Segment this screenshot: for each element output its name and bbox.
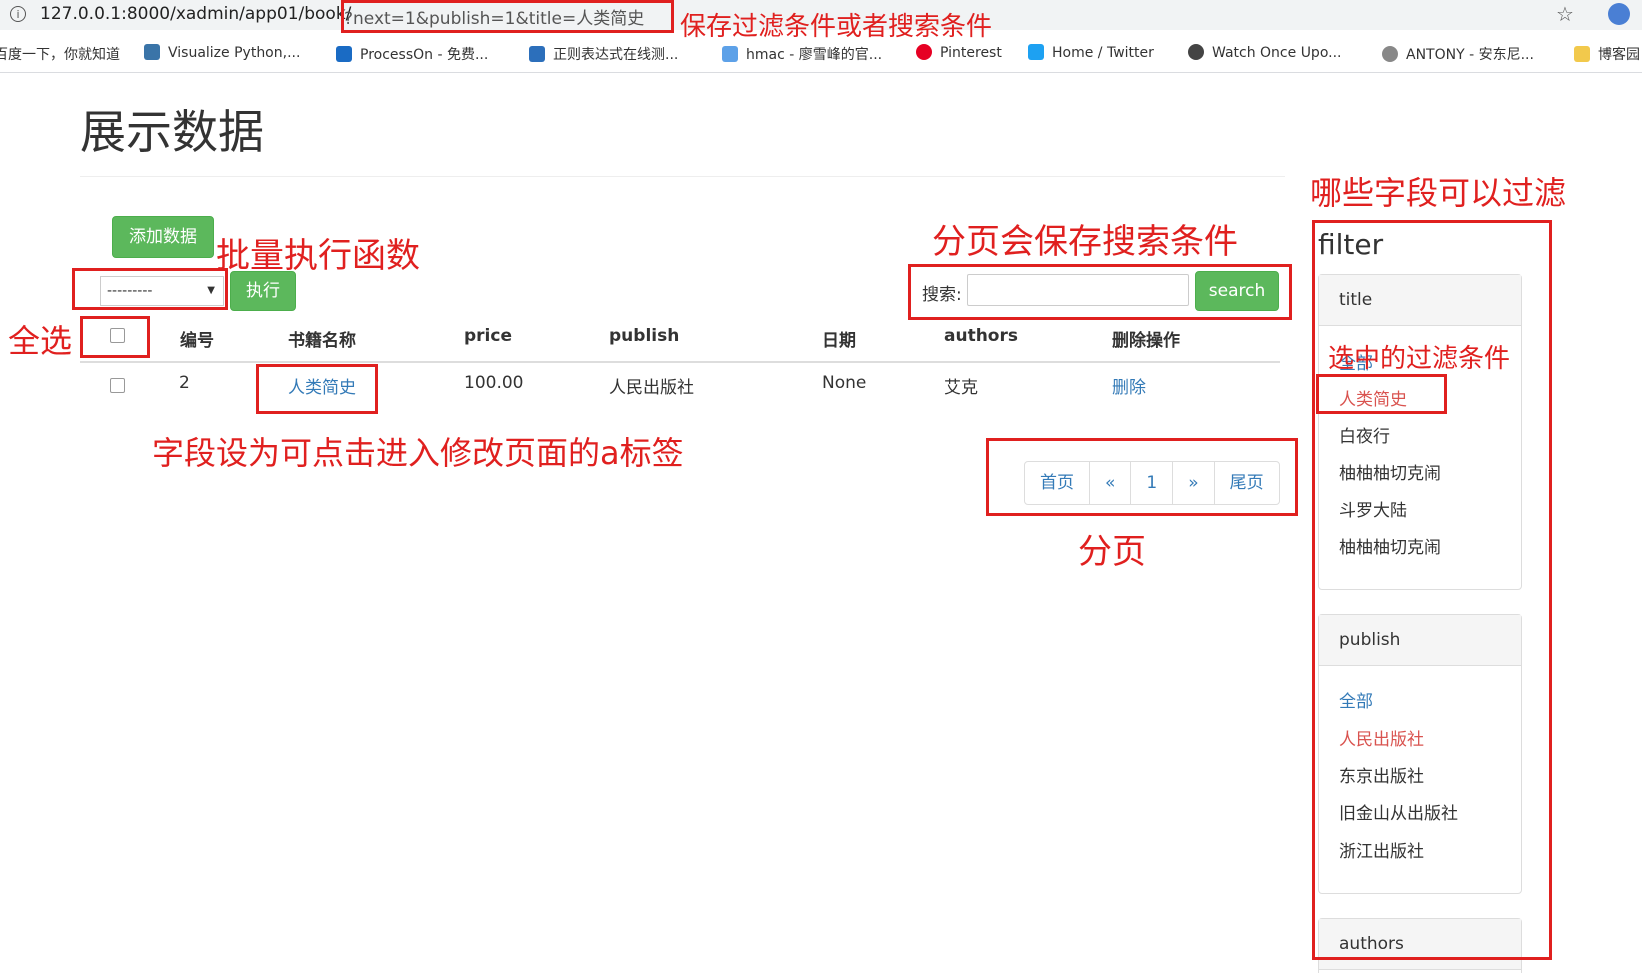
bookmark-label: 百度一下，你就知道: [0, 47, 120, 63]
bookmark-visualize-python[interactable]: Visualize Python,...: [144, 44, 300, 61]
bookmark-star-icon[interactable]: ☆: [1556, 2, 1574, 26]
bookmark-watch[interactable]: Watch Once Upo...: [1188, 44, 1342, 61]
column-header-publish: publish: [609, 326, 680, 346]
table-header-divider: [80, 361, 1280, 363]
bookmark-label: ProcessOn - 免费...: [360, 47, 489, 63]
delete-link[interactable]: 删除: [1112, 373, 1146, 398]
annotation-batch: 批量执行函数: [216, 236, 420, 276]
bookmark-regex[interactable]: 正则表达式在线测...: [529, 44, 678, 64]
column-header-title: 书籍名称: [288, 331, 356, 351]
bookmark-baidu[interactable]: 百度一下，你就知道: [0, 44, 120, 64]
column-header-id: 编号: [180, 331, 214, 351]
bookmark-label: 博客园: [1598, 47, 1640, 63]
antony-icon: [1382, 46, 1398, 62]
info-icon[interactable]: i: [10, 6, 26, 22]
cell-date: None: [822, 373, 867, 393]
annotation-box-filter: [1312, 220, 1552, 960]
title-divider: [80, 176, 1285, 177]
annotation-pagination: 分页: [1078, 532, 1146, 572]
bookmark-cnblogs[interactable]: 博客园: [1574, 44, 1640, 64]
annotation-box-search: [908, 264, 1292, 320]
cell-price: 100.00: [464, 373, 524, 393]
add-data-button[interactable]: 添加数据: [112, 216, 214, 258]
bookmark-hmac[interactable]: hmac - 廖雪峰的官...: [722, 44, 882, 64]
bookmark-label: Home / Twitter: [1052, 45, 1154, 61]
processon-icon: [336, 46, 352, 62]
annotation-box-url: [341, 0, 674, 33]
annotation-box-link: [256, 364, 378, 414]
bookmark-processon[interactable]: ProcessOn - 免费...: [336, 44, 488, 64]
annotation-box-select-all: [80, 316, 150, 358]
annotation-filter-fields: 哪些字段可以过滤: [1310, 174, 1567, 212]
cell-id: 2: [179, 373, 190, 393]
rocket-icon: [722, 46, 738, 62]
annotation-search: 分页会保存搜索条件: [932, 222, 1238, 262]
annotation-box-selected-filter: [1316, 374, 1447, 414]
bookmark-twitter[interactable]: Home / Twitter: [1028, 44, 1154, 61]
bookmark-label: Visualize Python,...: [168, 45, 301, 61]
annotation-select-all: 全选: [8, 322, 73, 360]
row-checkbox[interactable]: [110, 378, 125, 393]
url-base[interactable]: 127.0.0.1:8000/xadmin/app01/book/: [40, 4, 351, 24]
bookmark-antony[interactable]: ANTONY - 安东尼...: [1382, 44, 1534, 64]
annotation-url: 保存过滤条件或者搜索条件: [680, 12, 993, 42]
bookmark-label: hmac - 廖雪峰的官...: [746, 47, 883, 63]
bookmark-label: Watch Once Upo...: [1212, 45, 1342, 61]
annotation-link-field: 字段设为可点击进入修改页面的a标签: [152, 434, 684, 472]
bookmark-pinterest[interactable]: Pinterest: [916, 44, 1002, 61]
twitter-icon: [1028, 44, 1044, 60]
cell-publish: 人民出版社: [609, 378, 694, 398]
annotation-selected-filter: 选中的过滤条件: [1328, 344, 1511, 374]
folder-icon: [1574, 46, 1590, 62]
column-header-date: 日期: [822, 331, 856, 351]
cell-authors: 艾克: [944, 378, 978, 398]
pinterest-icon: [916, 44, 932, 60]
globe-icon: [1188, 44, 1204, 60]
regex-icon: [529, 46, 545, 62]
column-header-authors: authors: [944, 326, 1018, 346]
bookmark-label: ANTONY - 安东尼...: [1406, 47, 1534, 63]
execute-button[interactable]: 执行: [230, 271, 296, 311]
annotation-box-batch: [72, 268, 228, 310]
python-icon: [144, 44, 160, 60]
column-header-delete: 删除操作: [1112, 331, 1180, 351]
bookmark-label: 正则表达式在线测...: [553, 47, 679, 63]
profile-avatar[interactable]: [1608, 3, 1630, 25]
column-header-price: price: [464, 326, 512, 346]
page-title: 展示数据: [80, 105, 264, 159]
annotation-box-pagination: [986, 438, 1298, 516]
bookmark-label: Pinterest: [940, 45, 1002, 61]
